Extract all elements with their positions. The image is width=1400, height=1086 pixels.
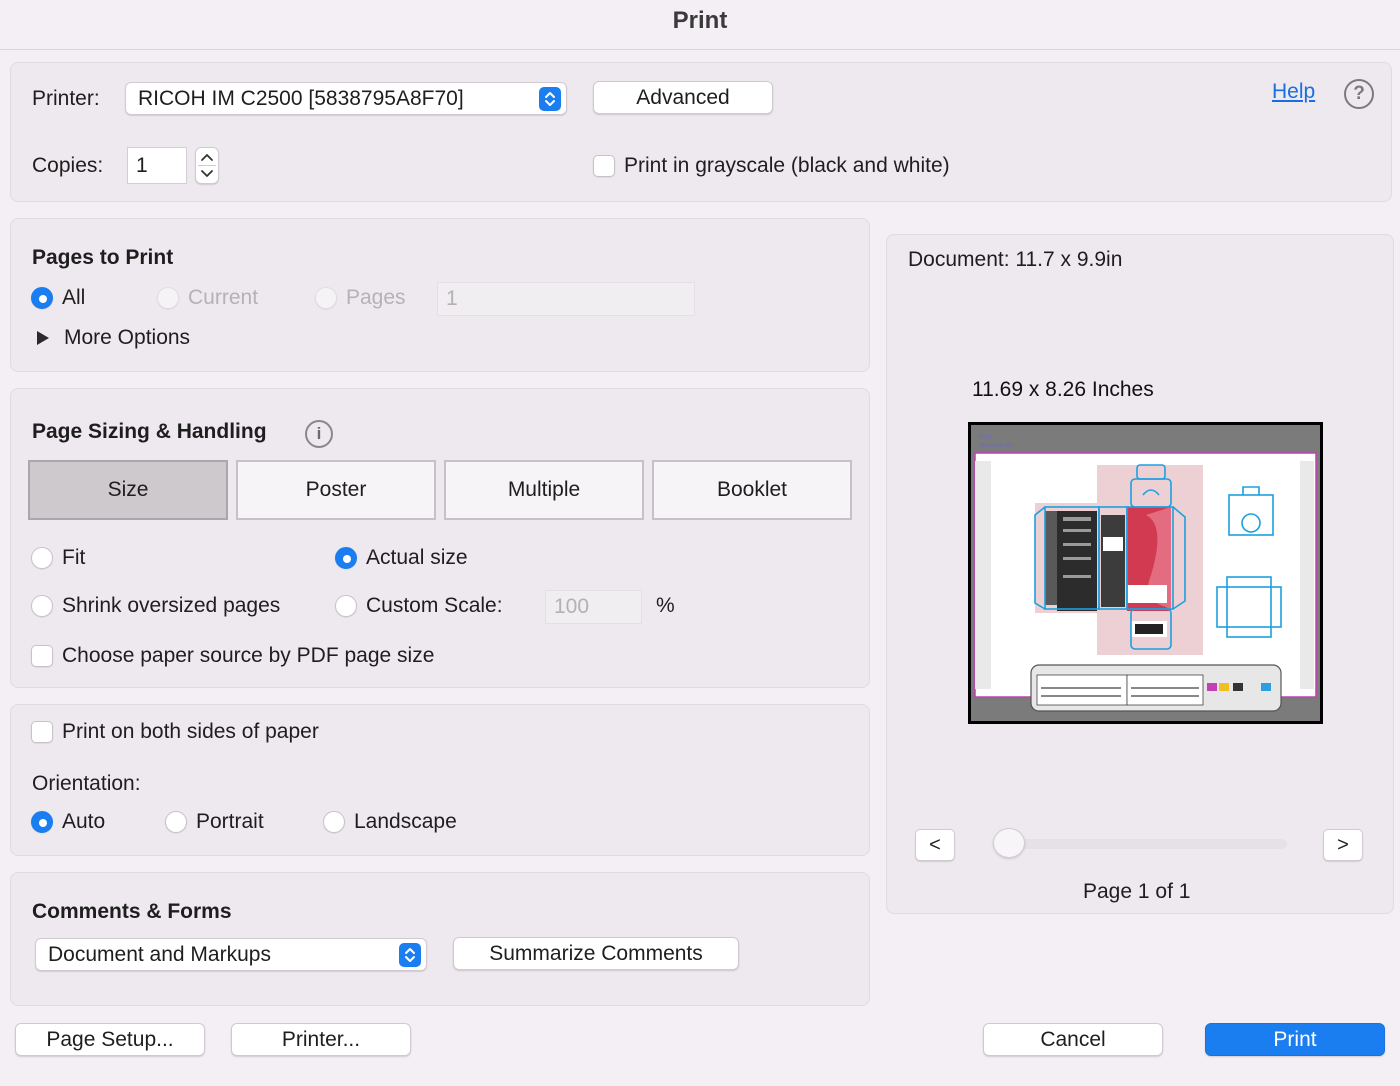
pages-current-label: Current <box>188 286 259 309</box>
help-icon[interactable]: ? <box>1344 79 1374 109</box>
paper-source-label[interactable]: Choose paper source by PDF page size <box>62 644 434 668</box>
comments-forms-heading: Comments & Forms <box>32 900 232 923</box>
svg-text:0000: 0000 <box>979 435 993 441</box>
pages-current-radio <box>157 287 179 309</box>
copies-label: Copies: <box>32 154 104 177</box>
pages-range-radio <box>315 287 337 309</box>
printer-select[interactable]: RICOH IM C2500 [5838795A8F70] <box>125 82 567 115</box>
printer-button[interactable]: Printer... <box>231 1023 411 1056</box>
pages-range-label: Pages <box>346 286 406 309</box>
comments-forms-select[interactable]: Document and Markups <box>35 938 427 971</box>
pages-to-print-heading: Pages to Print <box>32 246 174 269</box>
tab-size[interactable]: Size <box>28 460 228 520</box>
orientation-portrait-radio[interactable] <box>165 811 187 833</box>
paper-size-label: 11.69 x 8.26 Inches <box>972 378 1154 401</box>
copies-stepper[interactable] <box>195 147 219 184</box>
pages-range-input: 1 <box>437 282 695 316</box>
duplex-label[interactable]: Print on both sides of paper <box>62 720 319 744</box>
tab-poster[interactable]: Poster <box>236 460 436 520</box>
previous-page-button[interactable]: < <box>915 829 955 861</box>
print-button[interactable]: Print <box>1205 1023 1385 1056</box>
select-chevron-icon <box>539 86 561 111</box>
copies-input[interactable]: 1 <box>127 147 187 184</box>
info-icon[interactable]: i <box>305 420 333 448</box>
page-sizing-heading: Page Sizing & Handling <box>32 420 267 443</box>
advanced-button[interactable]: Advanced <box>593 81 773 114</box>
disclosure-triangle-icon[interactable] <box>37 331 49 345</box>
printer-select-value: RICOH IM C2500 [5838795A8F70] <box>138 86 464 110</box>
next-page-button[interactable]: > <box>1323 829 1363 861</box>
tab-booklet[interactable]: Booklet <box>652 460 852 520</box>
percent-label: % <box>656 594 675 617</box>
actual-size-radio[interactable] <box>335 547 357 569</box>
orientation-landscape-label[interactable]: Landscape <box>354 810 457 834</box>
actual-size-label[interactable]: Actual size <box>366 546 468 570</box>
custom-scale-input: 100 <box>545 590 642 624</box>
fit-radio[interactable] <box>31 547 53 569</box>
more-options-label[interactable]: More Options <box>64 326 190 350</box>
printer-label: Printer: <box>32 87 100 110</box>
page-slider-thumb[interactable] <box>993 828 1025 858</box>
pages-all-label[interactable]: All <box>62 286 85 310</box>
document-size-label: Document: 11.7 x 9.9in <box>908 248 1123 271</box>
page-preview: 0000 00000 000 000 <box>968 422 1323 724</box>
page-preview-thumbnail: 0000 00000 000 000 <box>971 425 1320 721</box>
grayscale-label[interactable]: Print in grayscale (black and white) <box>624 154 950 178</box>
window-title: Print <box>0 0 1400 50</box>
orientation-auto-label[interactable]: Auto <box>62 810 105 834</box>
page-slider-track[interactable] <box>995 839 1287 849</box>
stepper-arrows-icon <box>198 154 216 177</box>
orientation-label: Orientation: <box>32 772 141 795</box>
grayscale-checkbox[interactable] <box>593 155 615 177</box>
page-setup-button[interactable]: Page Setup... <box>15 1023 205 1056</box>
orientation-auto-radio[interactable] <box>31 811 53 833</box>
cancel-button[interactable]: Cancel <box>983 1023 1163 1056</box>
custom-scale-label[interactable]: Custom Scale: <box>366 594 503 618</box>
pages-all-radio[interactable] <box>31 287 53 309</box>
paper-source-checkbox[interactable] <box>31 645 53 667</box>
select-chevron-icon <box>399 942 421 967</box>
orientation-portrait-label[interactable]: Portrait <box>196 810 264 834</box>
shrink-oversized-radio[interactable] <box>31 595 53 617</box>
svg-text:00000 000 000: 00000 000 000 <box>979 443 1013 449</box>
page-status-label: Page 1 of 1 <box>1083 880 1191 903</box>
fit-label[interactable]: Fit <box>62 546 85 570</box>
duplex-checkbox[interactable] <box>31 721 53 743</box>
custom-scale-radio[interactable] <box>335 595 357 617</box>
shrink-oversized-label[interactable]: Shrink oversized pages <box>62 594 280 618</box>
orientation-landscape-radio[interactable] <box>323 811 345 833</box>
tab-multiple[interactable]: Multiple <box>444 460 644 520</box>
summarize-comments-button[interactable]: Summarize Comments <box>453 937 739 970</box>
comments-forms-select-value: Document and Markups <box>48 942 271 966</box>
help-link[interactable]: Help <box>1272 80 1315 104</box>
